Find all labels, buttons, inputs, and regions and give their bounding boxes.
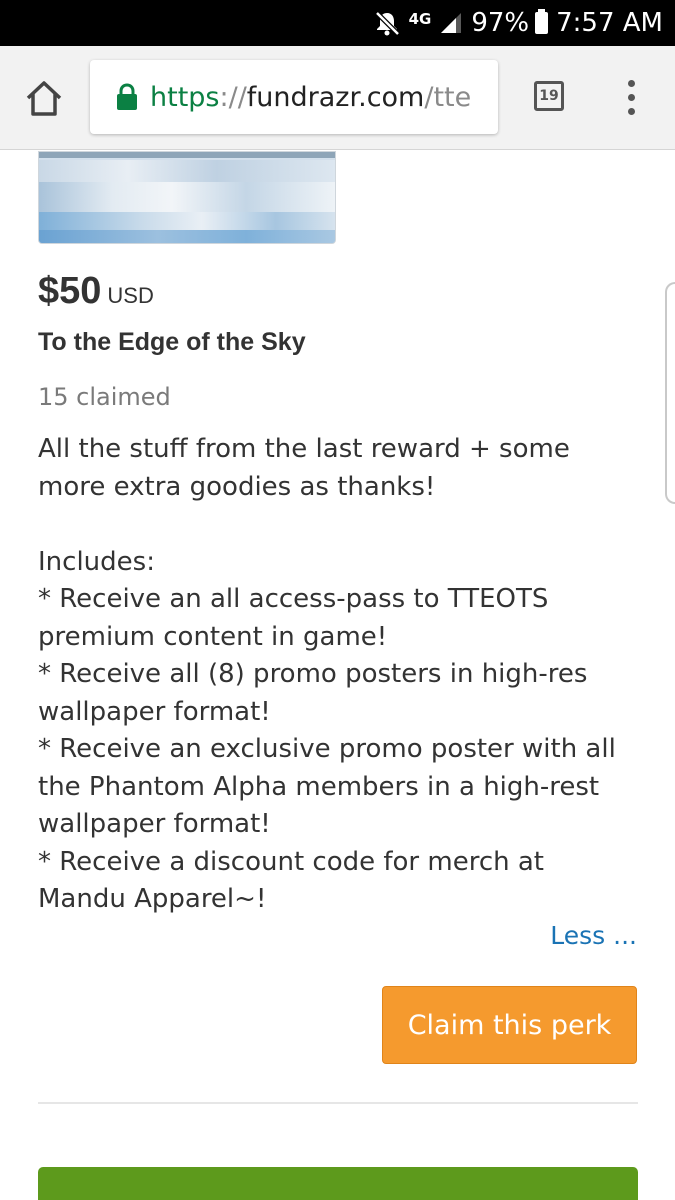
- lock-icon: [117, 83, 137, 110]
- address-bar[interactable]: https://fundrazr.com/tte: [90, 60, 498, 134]
- perk-amount: $50: [38, 270, 102, 312]
- url-scheme: https: [150, 81, 220, 113]
- perk-title: To the Edge of the Sky: [38, 328, 306, 356]
- browser-toolbar: https://fundrazr.com/tte 19: [0, 46, 675, 150]
- network-4g-icon: 4G: [408, 9, 432, 28]
- contribute-button[interactable]: [38, 1167, 638, 1200]
- description-line: * Receive an all access-pass to TTEOTS p…: [38, 584, 549, 652]
- description-line: Includes:: [38, 546, 155, 577]
- description-line: * Receive all (8) promo posters in high-…: [38, 659, 588, 727]
- tabs-icon[interactable]: 19: [534, 81, 564, 111]
- url-path: /tte: [424, 81, 472, 113]
- home-button[interactable]: [22, 76, 66, 120]
- signal-icon: [439, 11, 463, 35]
- url-text: https://fundrazr.com/tte: [150, 82, 471, 113]
- divider: [38, 1102, 638, 1104]
- home-icon: [26, 81, 62, 116]
- perk-image: [38, 151, 336, 244]
- perk-claimed-count: 15 claimed: [38, 383, 171, 411]
- perk-description: All the stuff from the last reward + som…: [38, 431, 638, 919]
- description-paragraph: All the stuff from the last reward + som…: [38, 434, 570, 502]
- perk-price: $50 USD: [38, 270, 154, 313]
- claim-perk-button[interactable]: Claim this perk: [382, 986, 637, 1064]
- status-bar: 4G 97% 7:57 AM: [0, 0, 675, 46]
- description-line: * Receive an exclusive promo poster with…: [38, 734, 616, 839]
- url-host: fundrazr.com: [246, 81, 425, 113]
- mute-icon: [373, 9, 401, 37]
- page: 4G 97% 7:57 AM https://fundrazr.com/tte …: [0, 0, 675, 1200]
- more-vert-icon[interactable]: [622, 80, 642, 116]
- url-separator: ://: [219, 81, 247, 113]
- perk-currency: USD: [107, 283, 154, 308]
- clock: 7:57 AM: [556, 8, 663, 38]
- less-link[interactable]: Less ...: [550, 921, 637, 950]
- battery-percentage: 97%: [471, 8, 530, 38]
- description-line: * Receive a discount code for merch at M…: [38, 846, 544, 915]
- scroll-handle[interactable]: [665, 282, 675, 504]
- battery-icon: [535, 9, 549, 34]
